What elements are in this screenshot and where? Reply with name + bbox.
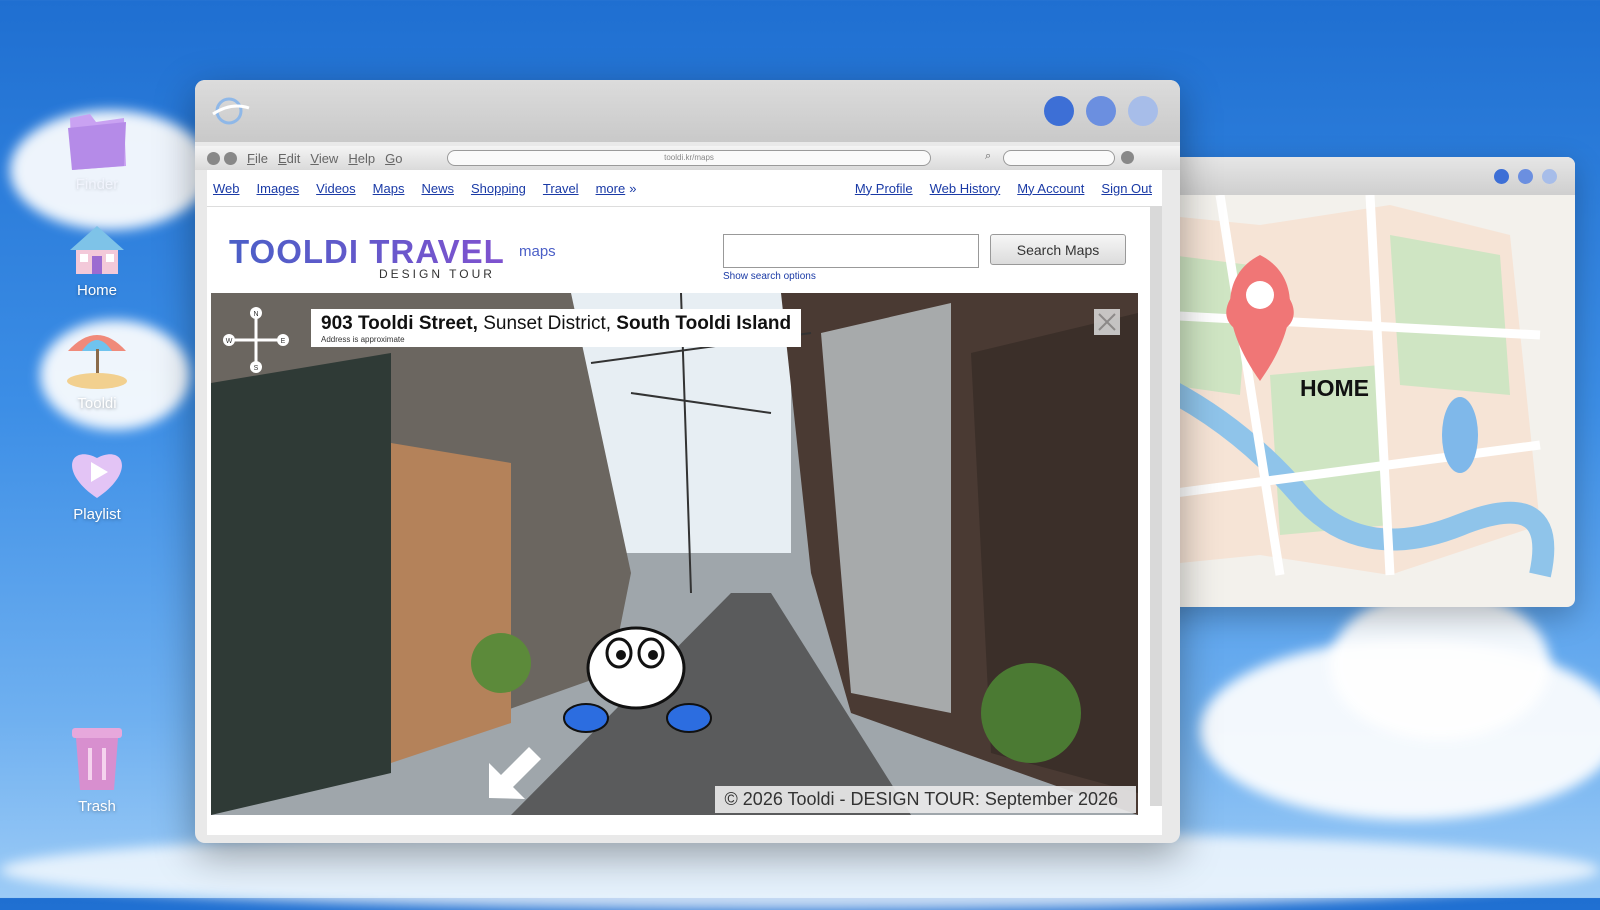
nav-maps[interactable]: Maps <box>373 181 405 196</box>
browser-titlebar[interactable] <box>195 80 1180 142</box>
logo-maps-label: maps <box>519 243 556 260</box>
address-bar[interactable]: tooldi.kr/maps <box>447 150 931 166</box>
map-window-titlebar[interactable] <box>1160 157 1575 195</box>
nav-sign-out[interactable]: Sign Out <box>1101 181 1152 196</box>
beach-umbrella-icon <box>67 335 127 389</box>
address-street: 903 Tooldi Street, <box>321 313 478 334</box>
street-view-close-button[interactable] <box>1094 309 1120 335</box>
trash-icon <box>72 728 122 790</box>
browser-logo-icon <box>212 97 250 125</box>
map-window[interactable]: HOME <box>1160 157 1575 607</box>
window-dot[interactable] <box>1542 168 1557 184</box>
compass-s: S <box>254 365 259 372</box>
street-view-image <box>211 293 1138 815</box>
window-dot[interactable] <box>1494 168 1509 184</box>
map-home-label: HOME <box>1300 375 1369 401</box>
window-dot[interactable] <box>1518 168 1533 184</box>
window-dot[interactable] <box>1086 96 1116 126</box>
forward-button[interactable] <box>224 151 237 165</box>
maps-header: TOOLDI TRAVEL DESIGN TOUR maps Search Ma… <box>207 207 1162 292</box>
browser-window[interactable]: File Edit View Help Go tooldi.kr/maps ⌕ … <box>195 80 1180 843</box>
nav-web[interactable]: Web <box>213 181 240 196</box>
desktop-icon-label: Tooldi <box>77 395 117 412</box>
copyright-banner: © 2026 Tooldi - DESIGN TOUR: September 2… <box>714 786 1136 813</box>
desktop-icon-trash[interactable]: Trash <box>47 720 147 815</box>
desktop-icon-label: Playlist <box>73 506 121 523</box>
nav-shopping[interactable]: Shopping <box>471 181 526 196</box>
desktop-icon-finder[interactable]: Finder <box>47 110 147 193</box>
window-dot[interactable] <box>1044 96 1074 126</box>
browser-search-field[interactable] <box>1003 150 1115 166</box>
menu-help[interactable]: Help <box>348 151 375 166</box>
logo-subtitle: DESIGN TOUR <box>379 267 495 281</box>
top-nav: Web Images Videos Maps News Shopping Tra… <box>207 170 1162 207</box>
tooldi-travel-logo[interactable]: TOOLDI TRAVEL DESIGN TOUR maps <box>229 233 556 281</box>
desktop-icon-tooldi[interactable]: Tooldi <box>47 325 147 412</box>
search-icon: ⌕ <box>985 150 992 162</box>
menu-view[interactable]: View <box>310 151 338 166</box>
menu-edit[interactable]: Edit <box>278 151 300 166</box>
house-icon <box>70 226 124 274</box>
menu-file[interactable]: File <box>247 151 268 166</box>
page-scrollbar[interactable] <box>1150 206 1162 806</box>
compass-w: W <box>226 338 233 345</box>
cloud <box>1330 590 1550 740</box>
street-view-panel[interactable]: N E S W 903 Tooldi Street, Sunset Distri… <box>211 293 1138 815</box>
nav-web-history[interactable]: Web History <box>930 181 1001 196</box>
logo-title: TOOLDI TRAVEL <box>229 233 505 270</box>
heart-play-icon <box>72 454 122 498</box>
address-approx-note: Address is approximate <box>321 335 405 344</box>
desktop-icon-label: Home <box>76 282 117 299</box>
nav-videos[interactable]: Videos <box>316 181 356 196</box>
compass-e: E <box>281 338 286 345</box>
maps-search-input[interactable] <box>723 234 979 268</box>
window-dot[interactable] <box>1128 96 1158 126</box>
show-search-options-link[interactable]: Show search options <box>723 271 816 282</box>
desktop-icon-label: Finder <box>75 176 119 193</box>
desktop-icon-home[interactable]: Home <box>47 222 147 299</box>
nav-more[interactable]: more <box>596 181 626 196</box>
menu-go[interactable]: Go <box>385 151 402 166</box>
desktop-icon-playlist[interactable]: Playlist <box>47 442 147 523</box>
search-maps-button[interactable]: Search Maps <box>990 234 1126 265</box>
back-button[interactable] <box>207 151 220 165</box>
menu-bar: File Edit View Help Go tooldi.kr/maps ⌕ <box>195 146 1180 170</box>
nav-my-account[interactable]: My Account <box>1017 181 1084 196</box>
compass-icon[interactable]: N E S W <box>221 305 291 375</box>
close-icon <box>1098 313 1116 331</box>
nav-news[interactable]: News <box>421 181 454 196</box>
desktop-icon-label: Trash <box>78 798 116 815</box>
nav-my-profile[interactable]: My Profile <box>855 181 913 196</box>
compass-n: N <box>253 311 258 318</box>
address-district: Sunset District, <box>483 313 612 334</box>
address-card: 903 Tooldi Street, Sunset District, Sout… <box>311 309 802 347</box>
more-arrow-icon: » <box>629 180 637 196</box>
web-page: Web Images Videos Maps News Shopping Tra… <box>207 170 1162 835</box>
info-icon[interactable] <box>1121 151 1134 164</box>
address-island: South Tooldi Island <box>616 313 792 334</box>
nav-images[interactable]: Images <box>257 181 300 196</box>
nav-travel[interactable]: Travel <box>543 181 579 196</box>
folder-icon <box>68 114 126 170</box>
